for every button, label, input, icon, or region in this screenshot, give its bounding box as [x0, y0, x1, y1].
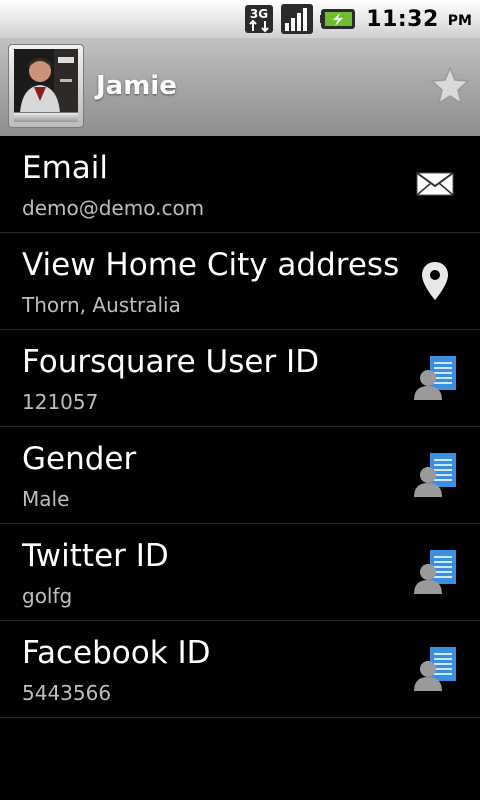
detail-value: 121057: [22, 390, 99, 414]
detail-label: Twitter ID: [22, 538, 169, 574]
list-item-home-address[interactable]: View Home City address Thorn, Australia: [0, 233, 480, 330]
list-item-foursquare-id[interactable]: Foursquare User ID 121057: [0, 330, 480, 427]
detail-label: View Home City address: [22, 247, 400, 283]
clock-time: 11:32: [366, 6, 439, 32]
detail-value: Male: [22, 487, 70, 511]
clock-ampm: PM: [447, 13, 472, 29]
network-badge-text: 3G: [250, 7, 268, 21]
contact-card-icon[interactable]: [410, 641, 460, 697]
detail-value: 5443566: [22, 681, 112, 705]
contact-header: Jamie: [0, 38, 480, 136]
contact-card-icon[interactable]: [410, 544, 460, 600]
contact-details-list: Email demo@demo.com View Home City addre…: [0, 136, 480, 718]
3g-data-icon: 3G: [244, 4, 274, 34]
detail-label: Email: [22, 150, 109, 186]
detail-label: Facebook ID: [22, 635, 211, 671]
contact-card-icon[interactable]: [410, 350, 460, 406]
detail-value: golfg: [22, 584, 73, 608]
contact-card-icon[interactable]: [410, 447, 460, 503]
contact-name: Jamie: [96, 71, 177, 101]
detail-value: demo@demo.com: [22, 196, 205, 220]
star-icon[interactable]: [430, 66, 470, 106]
detail-label: Gender: [22, 441, 137, 477]
list-item-gender[interactable]: Gender Male: [0, 427, 480, 524]
contact-photo[interactable]: [8, 44, 84, 128]
status-bar: 3G 11:32 PM: [0, 0, 480, 38]
signal-strength-icon: [280, 3, 314, 35]
detail-value: Thorn, Australia: [22, 293, 181, 317]
list-item-email[interactable]: Email demo@demo.com: [0, 136, 480, 233]
list-item-twitter-id[interactable]: Twitter ID golfg: [0, 524, 480, 621]
detail-label: Foursquare User ID: [22, 344, 320, 380]
battery-charging-icon: [320, 6, 356, 32]
list-item-facebook-id[interactable]: Facebook ID 5443566: [0, 621, 480, 718]
email-icon[interactable]: [410, 156, 460, 212]
map-pin-icon[interactable]: [410, 253, 460, 309]
